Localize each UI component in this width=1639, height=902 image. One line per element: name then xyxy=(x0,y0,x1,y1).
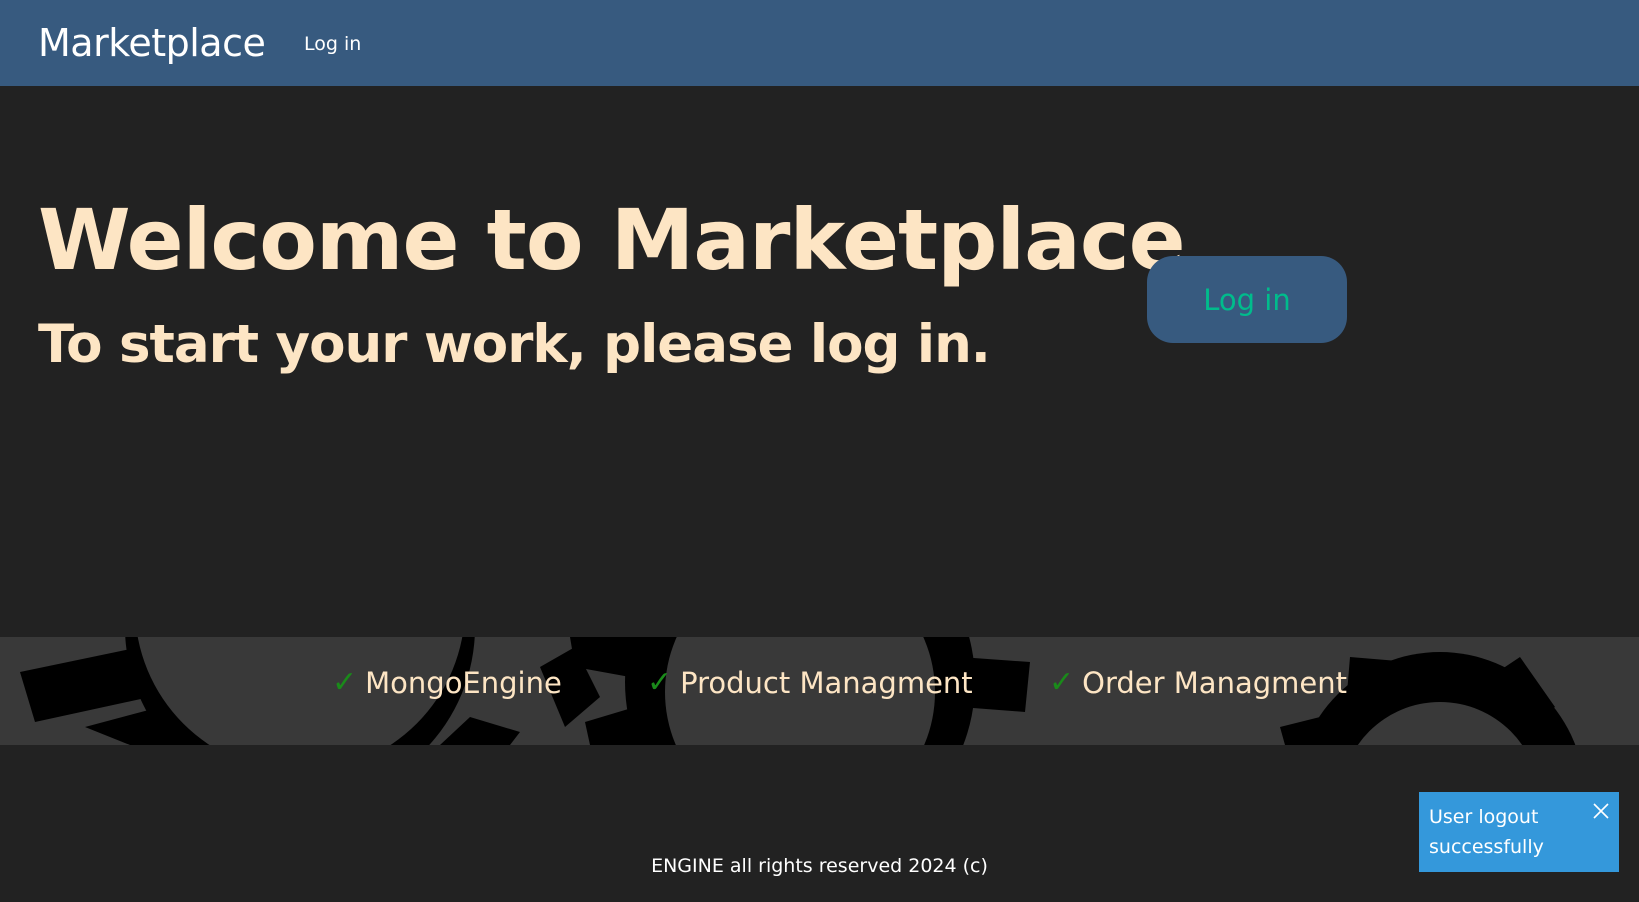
footer-copyright: ENGINE all rights reserved 2024 (c) xyxy=(651,855,988,877)
feature-item-product-management: ✓ Product Managment xyxy=(647,663,973,703)
navbar: Marketplace Log in xyxy=(0,0,1639,86)
hero-title: Welcome to Marketplace xyxy=(38,191,1186,289)
close-icon[interactable] xyxy=(1591,800,1611,820)
hero-login-button[interactable]: Log in xyxy=(1147,256,1347,343)
features-banner: ✓ MongoEngine ✓ Product Managment ✓ Orde… xyxy=(0,637,1639,745)
feature-item-order-management: ✓ Order Managment xyxy=(1049,663,1347,703)
toast-notification: User logout successfully xyxy=(1419,792,1619,872)
check-icon: ✓ xyxy=(1049,665,1075,700)
toast-message-line2: successfully xyxy=(1429,836,1544,858)
toast-message-line1: User logout xyxy=(1429,806,1539,828)
brand-logo-link[interactable]: Marketplace xyxy=(38,18,266,68)
feature-label: MongoEngine xyxy=(365,666,562,700)
hero-subtitle: To start your work, please log in. xyxy=(38,314,991,375)
feature-label: Order Managment xyxy=(1082,666,1347,700)
check-icon: ✓ xyxy=(647,665,673,700)
feature-label: Product Managment xyxy=(680,666,973,700)
check-icon: ✓ xyxy=(332,665,358,700)
nav-login-link[interactable]: Log in xyxy=(304,32,361,56)
feature-item-mongoengine: ✓ MongoEngine xyxy=(332,663,562,703)
